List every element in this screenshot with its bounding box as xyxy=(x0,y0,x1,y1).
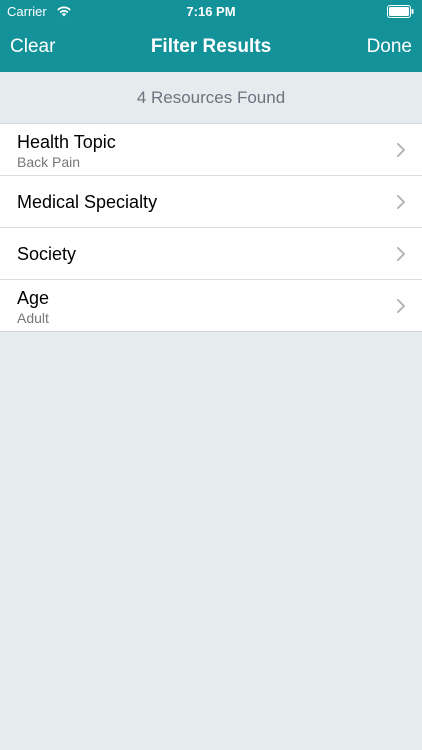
chevron-right-icon xyxy=(397,247,405,261)
done-button[interactable]: Done xyxy=(367,36,412,58)
filter-title: Society xyxy=(17,244,77,264)
status-time: 7:16 PM xyxy=(186,4,236,19)
battery-icon xyxy=(387,5,414,18)
nav-bar: Carrier 7:16 PM Clear Filter Results Don… xyxy=(0,0,422,72)
filter-row-health-topic[interactable]: Health Topic Back Pain xyxy=(0,124,422,176)
chevron-right-icon xyxy=(397,195,405,209)
page-title: Filter Results xyxy=(150,36,272,57)
filter-title: Health Topic xyxy=(17,132,116,152)
chevron-right-icon xyxy=(397,299,405,313)
filter-value: Back Pain xyxy=(17,154,81,170)
filter-value: Adult xyxy=(17,310,49,326)
filter-row-medical-specialty[interactable]: Medical Specialty xyxy=(0,176,422,228)
results-count: 4 Resources Found xyxy=(0,72,422,124)
filter-title: Medical Specialty xyxy=(17,192,158,212)
status-bar: Carrier 7:16 PM xyxy=(0,0,422,24)
filter-title: Age xyxy=(17,288,50,308)
filter-row-age[interactable]: Age Adult xyxy=(0,280,422,332)
filter-row-society[interactable]: Society xyxy=(0,228,422,280)
filter-list: Health Topic Back Pain Medical Specialty… xyxy=(0,124,422,332)
chevron-right-icon xyxy=(397,143,405,157)
